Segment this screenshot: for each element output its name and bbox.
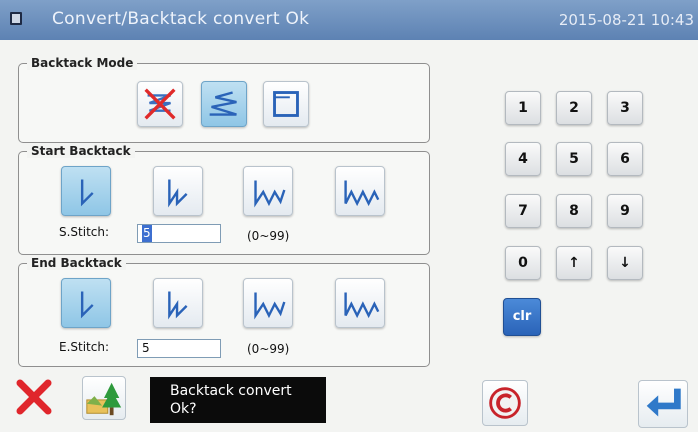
message-line-1: Backtack convert [170,383,292,399]
three-stitch-icon [254,180,286,208]
key-5[interactable]: 5 [556,142,592,176]
backtack-mode-group: Backtack Mode [18,56,430,143]
two-stitch-icon [168,179,188,208]
s-stitch-value: 5 [142,225,152,242]
three-stitch-icon [254,292,286,320]
backtack-off-icon [144,88,176,120]
key-8[interactable]: 8 [556,194,592,228]
key-1[interactable]: 1 [505,91,541,125]
confirm-message: Backtack convert Ok? [150,377,326,423]
date-time: 2015-08-21 10:43 [558,11,694,29]
message-line-2: Ok? [170,401,197,417]
e-stitch-input[interactable]: 5 [137,339,221,358]
pattern-image-button[interactable] [82,376,126,420]
one-stitch-icon [80,179,94,207]
key-9[interactable]: 9 [607,194,643,228]
e-stitch-value: 5 [142,341,150,355]
key-7[interactable]: 7 [505,194,541,228]
enter-button[interactable] [638,380,688,428]
two-stitch-icon [168,291,188,320]
four-stitch-icon [344,292,380,319]
start-backtack-group: Start Backtack S.Stitch: 5 (0~99) [18,144,430,255]
e-stitch-range: (0~99) [247,342,290,356]
backtack-mode-legend: Backtack Mode [27,56,138,70]
window-icon [10,12,22,25]
e-stitch-label: E.Stitch: [59,340,110,354]
key-up[interactable]: ↑ [556,246,592,280]
end-backtack-1-stitch-button[interactable] [61,278,111,328]
end-backtack-2-stitch-button[interactable] [153,278,203,328]
backtack-block-icon [273,91,299,117]
four-stitch-icon [344,180,380,207]
s-stitch-input[interactable]: 5 [137,224,221,243]
end-backtack-3-stitch-button[interactable] [243,278,293,328]
one-stitch-icon [80,291,94,319]
enter-arrow-icon [646,388,681,417]
backtack-block-button[interactable] [263,81,309,127]
clear-button[interactable]: clr [503,298,541,336]
end-backtack-4-stitch-button[interactable] [335,278,385,328]
title-bar: Convert/Backtack convert Ok 2015-08-21 1… [0,0,698,40]
key-down[interactable]: ↓ [607,246,643,280]
window-title: Convert/Backtack convert Ok [52,9,310,29]
start-backtack-1-stitch-button[interactable] [61,166,111,216]
s-stitch-label: S.Stitch: [59,225,110,239]
s-stitch-range: (0~99) [247,229,290,243]
landscape-tree-icon [86,382,122,416]
key-6[interactable]: 6 [607,142,643,176]
convert-c-button[interactable] [482,380,528,426]
start-backtack-2-stitch-button[interactable] [153,166,203,216]
start-backtack-4-stitch-button[interactable] [335,166,385,216]
copyright-c-icon [489,387,521,419]
start-backtack-legend: Start Backtack [27,144,135,158]
backtack-off-button[interactable] [137,81,183,127]
backtack-convert-button[interactable] [201,81,247,127]
key-2[interactable]: 2 [556,91,592,125]
key-3[interactable]: 3 [607,91,643,125]
end-backtack-legend: End Backtack [27,256,126,270]
cancel-button[interactable] [12,375,56,419]
end-backtack-group: End Backtack E.Stitch: 5 (0~99) [18,256,430,367]
backtack-convert-icon [209,91,237,116]
close-icon [16,379,52,415]
start-backtack-3-stitch-button[interactable] [243,166,293,216]
key-4[interactable]: 4 [505,142,541,176]
key-0[interactable]: 0 [505,246,541,280]
